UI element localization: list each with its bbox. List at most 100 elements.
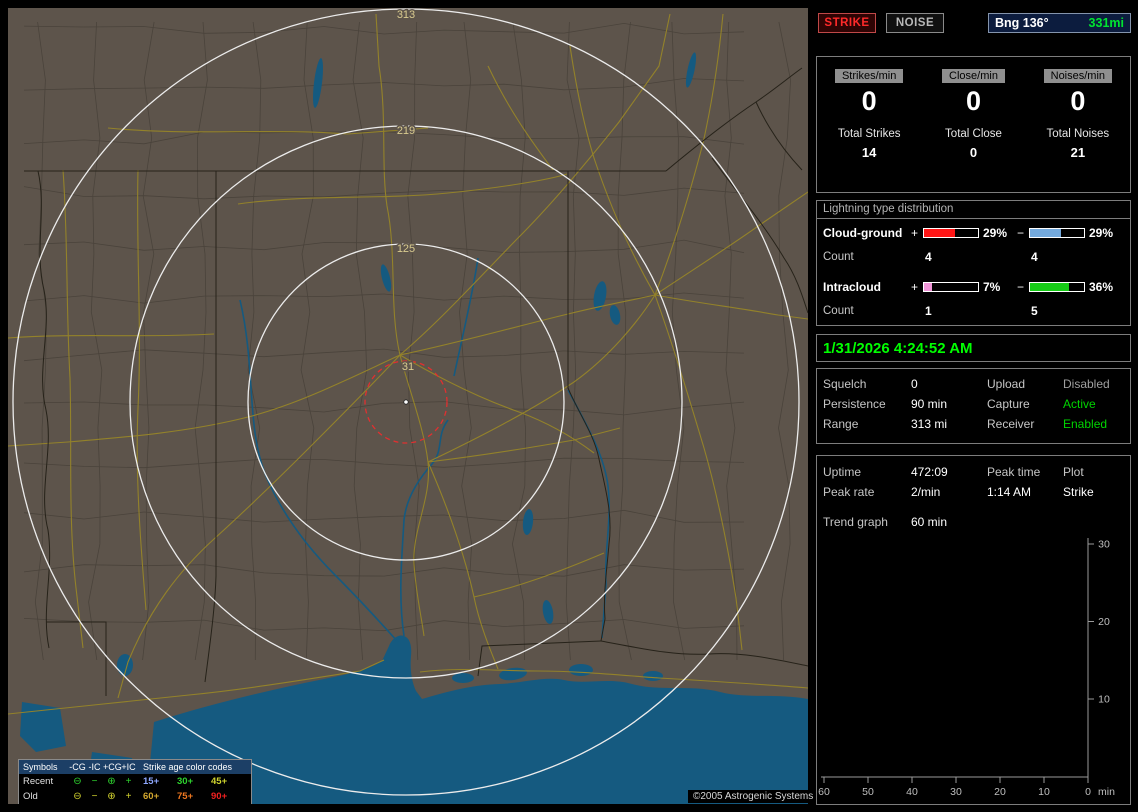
- minus-sign: −: [1017, 226, 1025, 240]
- svg-text:min: min: [1098, 786, 1115, 798]
- age-90: 90+: [211, 791, 228, 802]
- peak-rate-label: Peak rate: [823, 485, 875, 499]
- noises-per-min-value: 0: [1070, 86, 1086, 116]
- total-strikes-label: Total Strikes: [837, 127, 901, 140]
- plot-value: Strike: [1063, 485, 1094, 499]
- count-label: Count: [823, 251, 854, 263]
- neg-cg-recent-icon: ⊖: [73, 776, 82, 787]
- legend-old-label: Old: [23, 791, 38, 802]
- count-label: Count: [823, 305, 854, 317]
- ring-label-31: 31: [402, 361, 414, 373]
- age-75: 75+: [177, 791, 194, 802]
- cg-positive-bar: [923, 228, 979, 238]
- total-strikes-value: 14: [861, 144, 877, 160]
- receiver-marker: [403, 399, 409, 405]
- minus-sign: −: [1017, 280, 1025, 294]
- ic-negative-bar: [1029, 282, 1085, 292]
- legend-col-neg-cg: -CG: [69, 762, 86, 772]
- legend-row-recent: Recent ⊖ − ⊕ + 15+ 30+ 45+: [19, 774, 251, 789]
- legend-header: Symbols -CG -IC +CG +IC Strike age color…: [19, 760, 251, 774]
- strike-mode-button[interactable]: STRIKE: [818, 13, 876, 33]
- stats-panel: Uptime 472:09 Peak time Plot Peak rate 2…: [816, 455, 1131, 805]
- intracloud-label: Intracloud: [823, 280, 882, 294]
- capture-label: Capture: [987, 397, 1030, 411]
- bearing-display: Bng 136° 331mi: [988, 13, 1131, 33]
- upload-status: Disabled: [1063, 377, 1110, 391]
- noises-per-min-button[interactable]: Noises/min: [1043, 69, 1113, 83]
- pos-ic-old-icon: +: [125, 791, 132, 802]
- total-noises-value: 21: [1070, 144, 1086, 160]
- ring-label-219: 219: [397, 125, 415, 137]
- total-noises-label: Total Noises: [1046, 127, 1110, 140]
- settings-row: Persistence 90 min Capture Active: [817, 394, 1130, 414]
- svg-text:10: 10: [1038, 786, 1050, 798]
- cg-negative-pct: 29%: [1089, 226, 1114, 240]
- copyright-text: ©2005 Astrogenic Systems: [688, 790, 819, 803]
- legend-row-old: Old ⊖ − ⊕ + 60+ 75+ 90+: [19, 789, 251, 804]
- age-30: 30+: [177, 776, 194, 787]
- trend-graph-row: Trend graph 60 min: [817, 512, 1130, 532]
- peak-time-value: 1:14 AM: [987, 485, 1032, 499]
- legend-symbols-title: Symbols: [23, 762, 58, 772]
- peak-time-label: Peak time: [987, 465, 1041, 479]
- age-60: 60+: [143, 791, 160, 802]
- peak-rate-value: 2/min: [911, 485, 941, 499]
- datetime-value: 1/31/2026 4:24:52 AM: [823, 339, 973, 357]
- ic-positive-count: 1: [925, 304, 932, 318]
- plus-sign: +: [911, 226, 919, 240]
- cg-positive-count: 4: [925, 250, 932, 264]
- neg-ic-recent-icon: −: [91, 776, 98, 787]
- legend-age-title: Strike age color codes: [143, 762, 233, 772]
- age-15: 15+: [143, 776, 160, 787]
- legend-col-pos-ic: +IC: [121, 762, 136, 772]
- lightning-distribution-panel: Lightning type distribution Cloud-ground…: [816, 200, 1131, 326]
- noises-counter: Noises/min 0 Total Noises 21: [1026, 66, 1130, 192]
- plus-sign: +: [911, 280, 919, 294]
- legend-recent-label: Recent: [23, 776, 54, 787]
- svg-text:10: 10: [1098, 694, 1110, 706]
- cg-negative-count: 4: [1031, 250, 1038, 264]
- trend-graph: 30 20 10 60 50 40 30 20 10 0 min: [818, 538, 1115, 798]
- mode-toolbar: STRIKE NOISE: [818, 13, 944, 33]
- svg-text:40: 40: [906, 786, 918, 798]
- ring-label-125: 125: [397, 243, 415, 255]
- svg-text:30: 30: [1098, 539, 1110, 551]
- strikes-counter: Strikes/min 0 Total Strikes 14: [817, 66, 921, 192]
- app-window: 313 219 125 31 Symbols -CG -IC +CG +IC S…: [0, 0, 1138, 812]
- receiver-status: Enabled: [1063, 417, 1108, 431]
- close-counter: Close/min 0 Total Close 0: [921, 66, 1025, 192]
- svg-text:60: 60: [818, 786, 830, 798]
- trend-graph-value: 60 min: [911, 515, 948, 529]
- strikes-per-min-value: 0: [861, 86, 877, 116]
- noise-mode-button[interactable]: NOISE: [886, 13, 944, 33]
- map-svg: 313 219 125 31: [8, 8, 808, 804]
- neg-cg-old-icon: ⊖: [73, 791, 82, 802]
- intracloud-count-row: Count 1 5: [817, 303, 1130, 319]
- close-per-min-button[interactable]: Close/min: [942, 69, 1005, 83]
- counters-panel: Strikes/min 0 Total Strikes 14 Close/min…: [816, 56, 1131, 193]
- strikes-per-min-button[interactable]: Strikes/min: [834, 69, 904, 83]
- cg-positive-pct: 29%: [983, 226, 1008, 240]
- persistence-value: 90 min: [911, 397, 948, 411]
- age-45: 45+: [211, 776, 228, 787]
- ic-negative-pct: 36%: [1089, 280, 1114, 294]
- persistence-label: Persistence: [823, 397, 886, 411]
- pos-ic-recent-icon: +: [125, 776, 132, 787]
- cloud-ground-label: Cloud-ground: [823, 226, 903, 240]
- cloud-ground-count-row: Count 4 4: [817, 249, 1130, 265]
- uptime-label: Uptime: [823, 465, 862, 479]
- distance-value: 331mi: [1088, 16, 1124, 30]
- plot-label: Plot: [1063, 465, 1084, 479]
- distribution-title: Lightning type distribution: [817, 201, 1130, 219]
- receiver-label: Receiver: [987, 417, 1035, 431]
- svg-text:30: 30: [950, 786, 962, 798]
- ic-positive-bar: [923, 282, 979, 292]
- ring-label-313: 313: [397, 9, 415, 21]
- lightning-map[interactable]: 313 219 125 31 Symbols -CG -IC +CG +IC S…: [8, 8, 808, 804]
- pos-cg-old-icon: ⊕: [107, 791, 116, 802]
- ic-positive-pct: 7%: [983, 280, 1001, 294]
- svg-text:20: 20: [994, 786, 1006, 798]
- settings-row: Squelch 0 Upload Disabled: [817, 374, 1130, 394]
- squelch-label: Squelch: [823, 377, 867, 391]
- upload-label: Upload: [987, 377, 1026, 391]
